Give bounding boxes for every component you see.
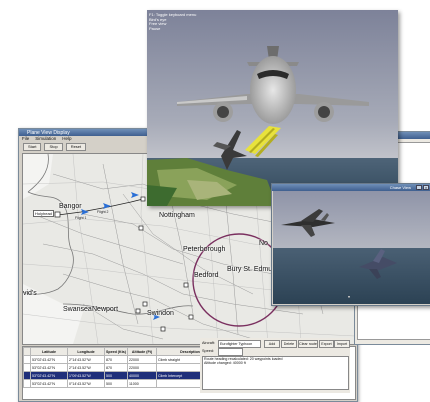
clear-route-button[interactable]: Clear route	[298, 340, 318, 348]
cell-altitude[interactable]: 22000	[127, 355, 157, 364]
waypoint-marker[interactable]	[142, 301, 148, 307]
row-marker[interactable]	[23, 355, 31, 364]
chase-3d-scene	[273, 191, 430, 304]
cell-speed[interactable]: 500	[104, 371, 128, 380]
table-row[interactable]: 53°02'43.42"N 0°14'43.52"W 500 11000	[23, 379, 224, 388]
column-header[interactable]: Longitude	[67, 347, 105, 356]
cell-longitude[interactable]: 2°14'43.52"W	[67, 355, 105, 364]
aircraft-label: Flight 2	[97, 210, 109, 214]
table-row[interactable]: 53°02'43.42"N 2°14'43.52"W 870 22000 Cli…	[23, 355, 224, 364]
cell-latitude[interactable]: 53°02'43.42"N	[30, 371, 68, 380]
column-header[interactable]: Altitude (Ft)	[127, 347, 157, 356]
aircraft-label: Flight 1	[75, 216, 87, 220]
chase-3d-view[interactable]	[273, 191, 430, 304]
route-control-panel: Aircraft: Eurofighter Typhoon Add Delete…	[200, 338, 350, 393]
row-marker[interactable]	[23, 379, 31, 388]
city-label-swindon: Swindon	[147, 310, 174, 317]
waypoint-marker[interactable]	[135, 308, 141, 314]
cell-latitude[interactable]: 53°02'43.42"N	[30, 363, 68, 372]
3d-cockpit-view[interactable]: F1: Toggle keyboard menu Bird's eye Free…	[147, 10, 398, 206]
cell-latitude[interactable]: 53°02'43.42"N	[30, 379, 68, 388]
waypoint-marker[interactable]	[140, 196, 146, 202]
city-label-vids: vid's	[23, 290, 37, 297]
city-label-peterborough: Peterborough	[183, 246, 226, 253]
3d-scene	[147, 10, 398, 206]
column-header[interactable]: Latitude	[30, 347, 68, 356]
waypoint-marker[interactable]	[54, 211, 61, 218]
cell-altitude[interactable]: 40000	[127, 371, 157, 380]
city-label-newport: Newport	[92, 306, 119, 313]
row-marker-header	[23, 347, 31, 356]
cell-latitude[interactable]: 53°02'43.42"N	[30, 355, 68, 364]
reset-button[interactable]: Reset	[65, 142, 87, 151]
waypoint-marker[interactable]	[188, 314, 194, 320]
waypoint-marker[interactable]	[160, 326, 166, 332]
table-row-selected[interactable]: 53°02'43.42"N 1°09'43.52"W 500 40000 Cli…	[23, 371, 224, 380]
aircraft-select[interactable]: Eurofighter Typhoon	[218, 340, 261, 348]
cell-speed[interactable]: 500	[104, 379, 128, 388]
add-button[interactable]: Add	[264, 340, 280, 348]
view-info-overlay: F1: Toggle keyboard menu Bird's eye Free…	[149, 12, 196, 31]
stop-button[interactable]: Stop	[44, 142, 63, 151]
city-label-no: No	[259, 240, 268, 247]
chase-view-title: Chase View	[389, 185, 411, 190]
chase-view-window: Chase View _ ×	[271, 183, 430, 306]
flight-table: Latitude Longitude Speed (Kts) Altitude …	[23, 347, 224, 388]
city-label-holyhead: Holyhead	[33, 210, 54, 217]
waypoint-marker[interactable]	[138, 225, 144, 231]
city-label-bangor: Bangor	[59, 203, 82, 210]
cell-altitude[interactable]: 22000	[127, 363, 157, 372]
delete-button[interactable]: Delete	[281, 340, 297, 348]
cell-longitude[interactable]: 1°09'43.52"W	[67, 371, 105, 380]
aircraft-label: Aircraft:	[202, 341, 216, 345]
cell-longitude[interactable]: 0°14'43.52"W	[67, 379, 105, 388]
cell-longitude[interactable]: 2°14'43.52"W	[67, 363, 105, 372]
import-button[interactable]: Import	[334, 340, 350, 348]
city-label-bedford: Bedford	[194, 272, 219, 279]
chase-view-titlebar: Chase View _ ×	[272, 184, 430, 191]
speed-label: Speed:	[202, 349, 215, 353]
cell-altitude[interactable]: 11000	[127, 379, 157, 388]
row-marker[interactable]	[23, 363, 31, 372]
city-label-swansea: Swansea	[63, 306, 92, 313]
info-line: Pause	[149, 25, 161, 31]
close-button[interactable]: ×	[423, 185, 429, 190]
log-output: Route heading recalculated: 20 waypoints…	[202, 356, 349, 390]
start-button[interactable]: Start	[23, 142, 42, 151]
waypoint-marker[interactable]	[183, 282, 189, 288]
export-button[interactable]: Export	[319, 340, 334, 348]
speed-input[interactable]	[218, 348, 243, 356]
table-row[interactable]: 53°02'43.42"N 2°14'43.52"W 870 22000	[23, 363, 224, 372]
cell-speed[interactable]: 870	[104, 355, 128, 364]
minimize-button[interactable]: _	[416, 185, 422, 190]
cell-speed[interactable]: 870	[104, 363, 128, 372]
row-marker[interactable]	[23, 371, 31, 380]
column-header[interactable]: Speed (Kts)	[104, 347, 128, 356]
city-label-nottingham: Nottingham	[159, 212, 195, 219]
